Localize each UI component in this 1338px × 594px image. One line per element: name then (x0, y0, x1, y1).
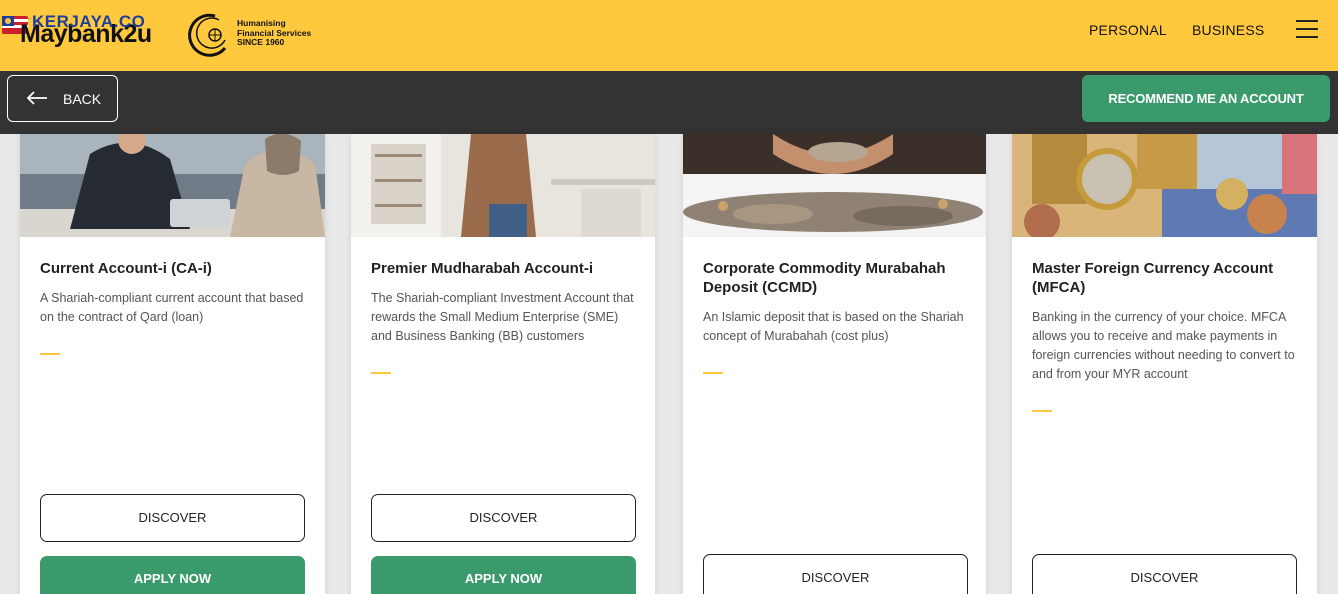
discover-button[interactable]: DISCOVER (371, 494, 636, 542)
accent-divider (371, 372, 391, 374)
discover-button[interactable]: DISCOVER (40, 494, 305, 542)
accent-divider (1032, 410, 1052, 412)
back-button[interactable]: BACK (7, 75, 118, 122)
apply-now-button[interactable]: APPLY NOW (40, 556, 305, 594)
account-card: Corporate Commodity Murabahah Deposit (C… (683, 134, 986, 594)
card-title: Current Account-i (CA-i) (40, 260, 212, 277)
card-description: Banking in the currency of your choice. … (1032, 310, 1295, 381)
account-card: Master Foreign Currency Account (MFCA) B… (1012, 134, 1317, 594)
accent-divider (40, 353, 60, 355)
brand-watermark: KERJAYA.CO (32, 12, 146, 31)
discover-button[interactable]: DISCOVER (1032, 554, 1297, 594)
card-description: An Islamic deposit that is based on the … (703, 310, 964, 343)
tiger-emblem-icon (188, 13, 227, 57)
discover-button[interactable]: DISCOVER (703, 554, 968, 594)
card-title: Corporate Commodity Murabahah Deposit (C… (703, 260, 946, 296)
site-header: Maybank2u KERJAYA.CO Humanising Financia… (0, 0, 1338, 71)
nav-business[interactable]: BUSINESS (1192, 22, 1264, 38)
card-image (351, 134, 655, 237)
card-description: A Shariah-compliant current account that… (40, 291, 304, 324)
card-image (1012, 134, 1317, 237)
card-image (20, 134, 325, 237)
card-description: The Shariah-compliant Investment Account… (371, 291, 634, 343)
card-title: Master Foreign Currency Account (MFCA) (1032, 260, 1274, 296)
apply-now-button[interactable]: APPLY NOW (371, 556, 636, 594)
tagline-line: SINCE 1960 (237, 37, 285, 47)
action-toolbar: BACK RECOMMEND ME AN ACCOUNT (0, 71, 1338, 134)
account-card: Premier Mudharabah Account-i The Shariah… (351, 134, 655, 594)
card-image (683, 134, 986, 237)
account-card: Current Account-i (CA-i) A Shariah-compl… (20, 134, 325, 594)
back-label: BACK (63, 91, 102, 107)
recommend-account-button[interactable]: RECOMMEND ME AN ACCOUNT (1082, 75, 1330, 122)
card-title: Premier Mudharabah Account-i (371, 260, 593, 277)
arrow-left-icon (26, 91, 47, 105)
hamburger-icon[interactable] (1296, 20, 1318, 40)
nav-personal[interactable]: PERSONAL (1089, 22, 1167, 38)
brand-logo[interactable]: Maybank2u KERJAYA.CO (0, 6, 170, 56)
accent-divider (703, 372, 723, 374)
tagline: Humanising Financial Services SINCE 1960 (237, 18, 317, 48)
